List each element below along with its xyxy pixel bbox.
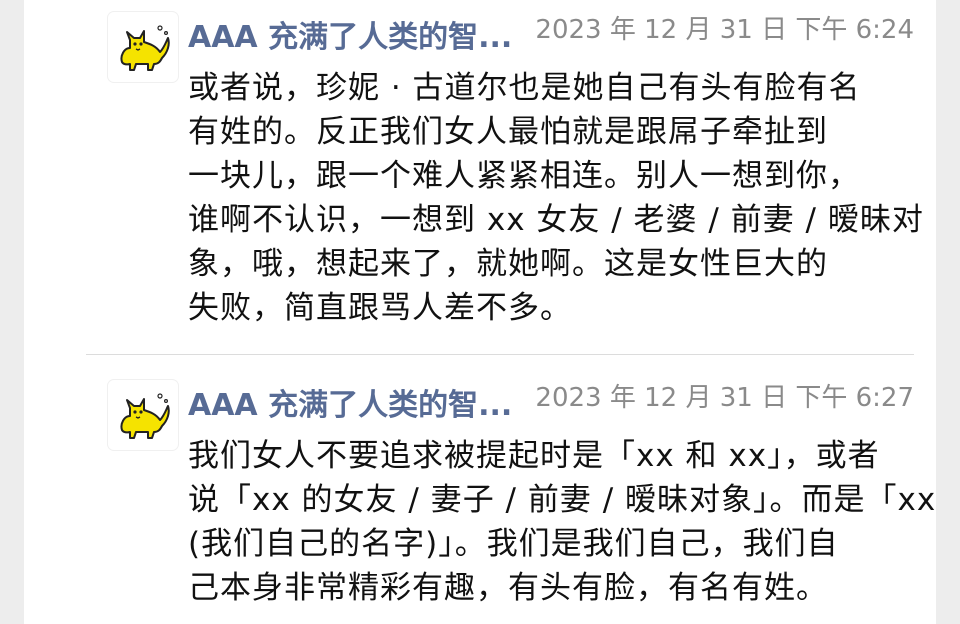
- message-line: 己本身非常精彩有趣，有头有脸，有名有姓。: [188, 570, 828, 606]
- message-text: 我们女人不要追求被提起时是「xx 和 xx」，或者 说「xx 的女友 / 妻子 …: [188, 434, 937, 610]
- message-line: 或者说，珍妮 · 古道尔也是她自己有头有脸有名: [188, 70, 861, 106]
- yellow-cat-icon: [120, 25, 170, 71]
- message-line: (我们自己的名字)」。我们是我们自己，我们自: [188, 526, 839, 562]
- yellow-cat-icon: [120, 393, 170, 439]
- avatar[interactable]: [108, 380, 178, 450]
- avatar[interactable]: [108, 12, 178, 82]
- message-line: 象，哦，想起来了，就她啊。这是女性巨大的: [188, 246, 828, 282]
- message-line: 有姓的。反正我们女人最怕就是跟屌子牵扯到: [188, 114, 828, 150]
- sender-name[interactable]: AAA 充满了人类的智...: [188, 386, 568, 426]
- message-timestamp: 2023 年 12 月 31 日 下午 6:24: [535, 15, 914, 45]
- message-line: 说「xx 的女友 / 妻子 / 前妻 / 暧昧对象」。而是「xx: [188, 482, 937, 518]
- message-divider: [86, 354, 914, 355]
- message-line: 我们女人不要追求被提起时是「xx 和 xx」，或者: [188, 438, 880, 474]
- chat-history-panel: AAA 充满了人类的智... 2023 年 12 月 31 日 下午 6:24 …: [24, 0, 936, 624]
- message-timestamp: 2023 年 12 月 31 日 下午 6:27: [535, 383, 914, 413]
- sender-name[interactable]: AAA 充满了人类的智...: [188, 18, 568, 58]
- message-line: 失败，简直跟骂人差不多。: [188, 290, 572, 326]
- message-line: 谁啊不认识，一想到 xx 女友 / 老婆 / 前妻 / 暧昧对: [188, 202, 924, 238]
- message-text: 或者说，珍妮 · 古道尔也是她自己有头有脸有名 有姓的。反正我们女人最怕就是跟屌…: [188, 66, 924, 330]
- message-line: 一块儿，跟一个难人紧紧相连。别人一想到你，: [188, 158, 860, 194]
